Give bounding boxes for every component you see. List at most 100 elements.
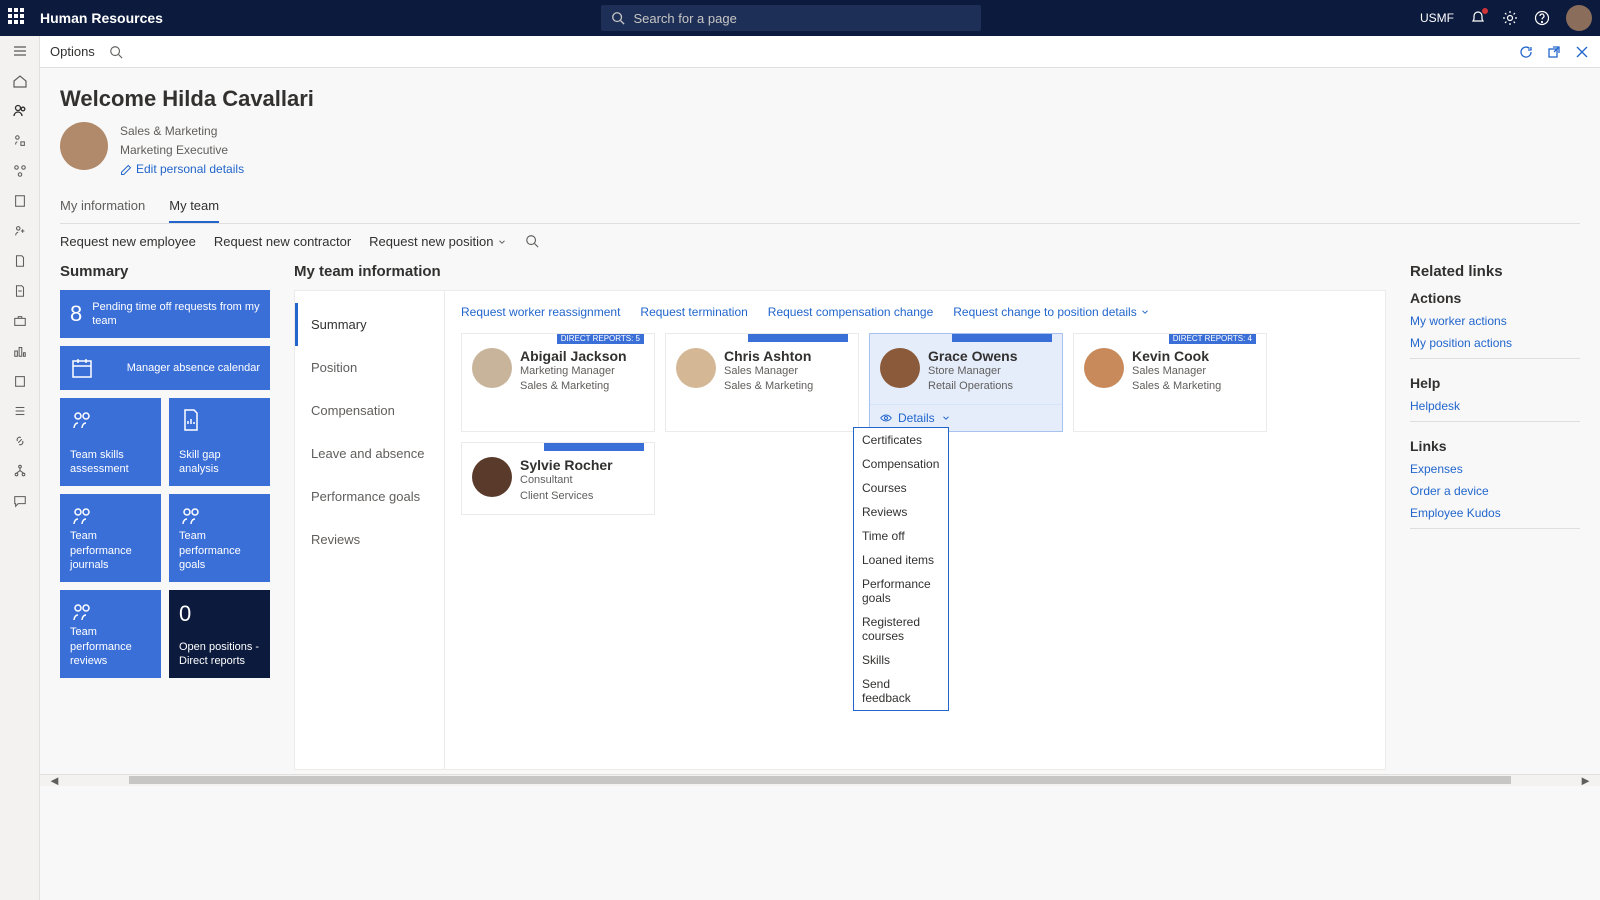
dropdown-item[interactable]: Loaned items (854, 548, 948, 572)
person-add-icon[interactable] (11, 222, 29, 240)
summary-title: Summary (60, 263, 270, 280)
briefcase-icon[interactable] (11, 312, 29, 330)
search-placeholder: Search for a page (633, 11, 736, 26)
request-bar: Request new employee Request new contrac… (60, 224, 1580, 263)
dropdown-item[interactable]: Send feedback (854, 672, 948, 710)
chevron-down-icon (1140, 307, 1150, 317)
tile-pending-timeoff[interactable]: 8 Pending time off requests from my team (60, 290, 270, 339)
options-button[interactable]: Options (50, 44, 95, 59)
dropdown-item[interactable]: Time off (854, 524, 948, 548)
link-icon[interactable] (11, 432, 29, 450)
building-icon[interactable] (11, 372, 29, 390)
tab-my-information[interactable]: My information (60, 192, 145, 223)
team-title: My team information (294, 263, 1386, 280)
link-pos-change[interactable]: Request change to position details (953, 305, 1150, 319)
dropdown-item[interactable]: Compensation (854, 452, 948, 476)
tile-open-positions[interactable]: 0 Open positions - Direct reports (169, 590, 270, 678)
left-nav-rail (0, 36, 40, 900)
link-order-device[interactable]: Order a device (1410, 484, 1580, 498)
dropdown-item[interactable]: Certificates (854, 428, 948, 452)
request-new-contractor[interactable]: Request new contractor (214, 234, 351, 249)
dropdown-item[interactable]: Performance goals (854, 572, 948, 610)
avatar (880, 348, 920, 388)
request-new-position[interactable]: Request new position (369, 234, 507, 249)
close-icon[interactable] (1574, 44, 1590, 60)
link-expenses[interactable]: Expenses (1410, 462, 1580, 476)
tile-absence-calendar[interactable]: Manager absence calendar (60, 346, 270, 390)
gear-icon[interactable] (1502, 10, 1518, 26)
card-dept: Sales & Marketing (1132, 379, 1221, 394)
avatar (472, 348, 512, 388)
tile-perf-journals[interactable]: Team performance journals (60, 494, 161, 582)
search-input[interactable]: Search for a page (601, 5, 981, 31)
team-card[interactable]: Chris Ashton Sales Manager Sales & Marke… (665, 333, 859, 433)
link-position-actions[interactable]: My position actions (1410, 336, 1580, 350)
team-card[interactable]: Sylvie Rocher Consultant Client Services (461, 442, 655, 515)
tile-skill-gap[interactable]: Skill gap analysis (169, 398, 270, 486)
team-card-selected[interactable]: Grace Owens Store Manager Retail Operati… (869, 333, 1063, 433)
link-worker-actions[interactable]: My worker actions (1410, 314, 1580, 328)
chevron-down-icon (941, 413, 951, 423)
dropdown-item[interactable]: Courses (854, 476, 948, 500)
request-new-employee[interactable]: Request new employee (60, 234, 196, 249)
search-icon[interactable] (525, 234, 539, 248)
team-card[interactable]: DIRECT REPORTS: 4 Kevin Cook Sales Manag… (1073, 333, 1267, 433)
scrollbar-thumb[interactable] (129, 776, 1511, 784)
tile-perf-goals[interactable]: Team performance goals (169, 494, 270, 582)
team-nav-summary[interactable]: Summary (295, 303, 444, 346)
chat-icon[interactable] (11, 492, 29, 510)
edit-personal-details-link[interactable]: Edit personal details (120, 160, 244, 179)
help-heading: Help (1410, 375, 1580, 391)
list-icon[interactable] (11, 402, 29, 420)
company-code[interactable]: USMF (1420, 11, 1454, 25)
link-terminate[interactable]: Request termination (640, 305, 747, 319)
people-icon (70, 600, 94, 624)
scroll-right-icon[interactable]: ► (1571, 773, 1600, 788)
team-nav-compensation[interactable]: Compensation (295, 389, 444, 432)
card-role: Sales Manager (1132, 364, 1221, 379)
team-nav-reviews[interactable]: Reviews (295, 518, 444, 561)
related-title: Related links (1410, 263, 1580, 280)
waffle-icon[interactable] (8, 8, 28, 28)
notification-icon[interactable] (1470, 10, 1486, 26)
card-role: Marketing Manager (520, 364, 627, 379)
divider (1410, 358, 1580, 359)
link-comp-change[interactable]: Request compensation change (768, 305, 933, 319)
team-card[interactable]: DIRECT REPORTS: 5 Abigail Jackson Market… (461, 333, 655, 433)
team-nav-position[interactable]: Position (295, 346, 444, 389)
document-icon[interactable] (11, 252, 29, 270)
org-icon[interactable] (11, 162, 29, 180)
clipboard-icon[interactable] (11, 192, 29, 210)
search-icon[interactable] (109, 45, 123, 59)
card-name: Grace Owens (928, 348, 1018, 364)
home-icon[interactable] (11, 72, 29, 90)
divider (1410, 528, 1580, 529)
tile-skills-assessment[interactable]: Team skills assessment (60, 398, 161, 486)
hamburger-icon[interactable] (11, 42, 29, 60)
link-kudos[interactable]: Employee Kudos (1410, 506, 1580, 520)
topbar: Human Resources Search for a page USMF (0, 0, 1600, 36)
hierarchy-icon[interactable] (11, 462, 29, 480)
horizontal-scrollbar[interactable]: ◄ ► (40, 774, 1600, 786)
tile-perf-reviews[interactable]: Team performance reviews (60, 590, 161, 678)
document2-icon[interactable] (11, 282, 29, 300)
card-dept: Sales & Marketing (520, 379, 627, 394)
help-icon[interactable] (1534, 10, 1550, 26)
link-helpdesk[interactable]: Helpdesk (1410, 399, 1580, 413)
dropdown-item[interactable]: Reviews (854, 500, 948, 524)
refresh-icon[interactable] (1518, 44, 1534, 60)
link-reassign[interactable]: Request worker reassignment (461, 305, 620, 319)
team-nav-goals[interactable]: Performance goals (295, 475, 444, 518)
document-chart-icon (179, 408, 203, 432)
scroll-left-icon[interactable]: ◄ (40, 773, 69, 788)
person-tree-icon[interactable] (11, 132, 29, 150)
dropdown-item[interactable]: Skills (854, 648, 948, 672)
user-avatar[interactable] (1566, 5, 1592, 31)
chart-icon[interactable] (11, 342, 29, 360)
dropdown-item[interactable]: Registered courses (854, 610, 948, 648)
card-dept: Retail Operations (928, 379, 1018, 394)
people-icon[interactable] (11, 102, 29, 120)
team-nav-leave[interactable]: Leave and absence (295, 432, 444, 475)
popout-icon[interactable] (1546, 44, 1562, 60)
tab-my-team[interactable]: My team (169, 192, 219, 223)
